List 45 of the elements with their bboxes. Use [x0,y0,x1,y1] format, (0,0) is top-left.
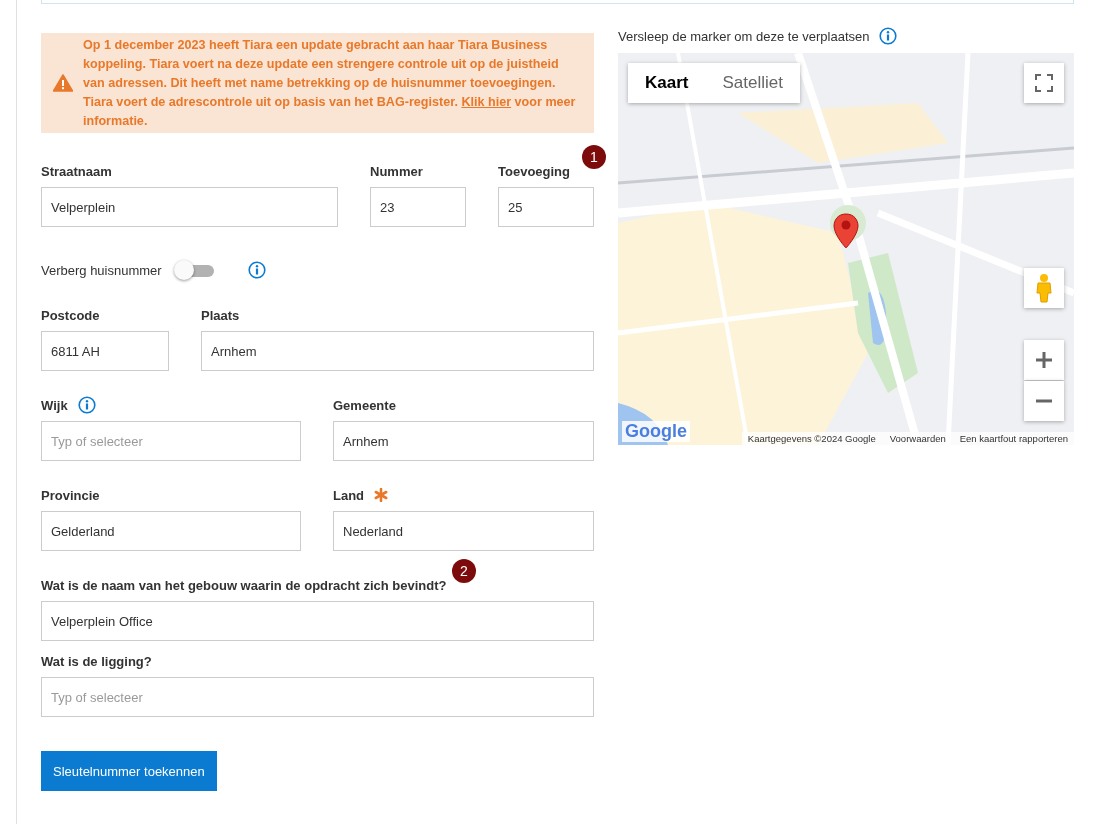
zoom-in-button[interactable] [1024,340,1064,380]
attribution-link[interactable]: Voorwaarden [889,433,946,444]
input-field[interactable]: 23 [370,187,466,227]
map-marker-icon[interactable] [833,213,859,249]
input-field[interactable]: Gelderland [41,511,301,551]
map-type-tab[interactable]: Satelliet [705,63,800,103]
field-label: Wat is de ligging? [41,653,152,669]
info-icon[interactable] [247,261,266,279]
number-badge: 2 [452,559,476,583]
input-field[interactable]: Arnhem [201,331,594,371]
map-caption: Versleep de marker om deze te verplaatsen [618,28,870,44]
info-icon[interactable] [77,396,96,414]
field-label: Gemeente [333,397,396,413]
fullscreen-icon [1035,74,1053,92]
field-label: Land [333,487,365,503]
field-label: Plaats [201,307,240,323]
field-label: Straatnaam [41,163,112,179]
fullscreen-button[interactable] [1024,63,1064,103]
input-field[interactable]: 25 [498,187,594,227]
minus-icon [1035,399,1053,403]
field-label: Toevoeging [498,163,570,179]
toggle-switch[interactable] [173,260,214,280]
input-field[interactable]: Arnhem [333,421,594,461]
map-type-tab[interactable]: Kaart [628,63,706,103]
input-field[interactable]: Nederland [333,511,594,551]
input-field[interactable]: Velperplein [41,187,338,227]
submit-button[interactable]: Sleutelnummer toekennen [41,751,217,791]
input-field[interactable]: Typ of selecteer [41,421,301,461]
person-icon [1035,273,1053,303]
number-badge: 1 [582,145,606,169]
field-label: Provincie [41,487,100,503]
toggle-label: Verberg huisnummer [41,262,162,278]
field-label: Wat is de naam van het gebouw waarin de opdracht zich bevindt? [41,577,447,593]
warning-text: Op 1 december 2023 heeft Tiara een update gebracht aan haar Tiara Business koppeling. Tiara voert na deze update een strengere controle uit op de juistheid van adressen. Dit heeft met name betrekking op de huisnummer toevoegingen. Tiara voert de adrescontrole uit op basis van het BAG-register. Klik hier voor meer informatie. [83,36,577,130]
map-logo: Google [622,421,690,442]
warning-icon [53,74,73,92]
info-icon[interactable] [879,27,898,45]
input-field[interactable]: Typ of selecteer [41,677,594,717]
field-label: Nummer [370,163,423,179]
plus-icon [1035,351,1053,369]
input-field[interactable]: Velperplein Office [41,601,594,641]
field-label: Wijk [41,397,68,413]
attribution-link[interactable]: Een kaartfout rapporteren [959,433,1068,444]
field-label: Postcode [41,307,100,323]
input-field[interactable]: 6811 AH [41,331,169,371]
